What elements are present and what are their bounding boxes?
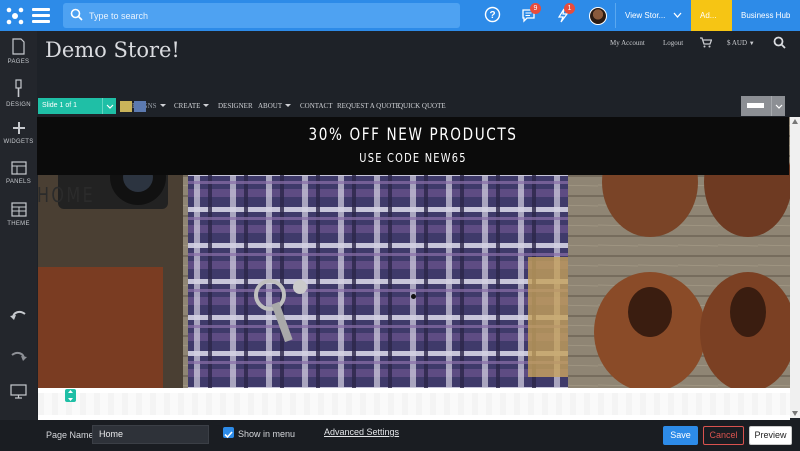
show-in-menu-label[interactable]: Show in menu [238, 429, 295, 439]
page-settings-bar: Page Name Home Show in menu Advanced Set… [0, 420, 800, 451]
logout-link[interactable]: Logout [663, 39, 683, 47]
currency-label: $ AUD [727, 39, 748, 47]
app-logo-icon[interactable] [5, 6, 25, 26]
search-input[interactable] [89, 6, 449, 25]
style-swatch [747, 103, 764, 108]
sidebar-item-widgets[interactable]: WIDGETS [0, 121, 37, 145]
sidebar-item-label: DESIGN [6, 102, 31, 108]
search-box[interactable] [63, 3, 460, 28]
slide-thumbnails-icon[interactable] [120, 100, 146, 113]
sidebar-item-label: PANELS [5, 179, 32, 185]
sidebar-item-pages[interactable]: PAGES [0, 38, 37, 65]
editor-sidebar: PAGES DESIGN WIDGETS PANELS THEME [0, 31, 37, 420]
plus-icon [12, 122, 25, 134]
divider [615, 3, 616, 28]
panels-icon [10, 161, 27, 175]
page-icon [12, 38, 25, 55]
promo-code-text: USE CODE NEW65 [359, 151, 467, 165]
ad-button[interactable]: Ad... [691, 0, 732, 31]
nav-item-label: CREATE [174, 102, 201, 110]
slide-selector[interactable]: Slide 1 of 1 [38, 98, 116, 114]
editor-canvas: Demo Store! My Account Logout $ AUD ▼ 30… [37, 31, 800, 420]
top-bar: ? 9 1 View Stor... Ad... Business Hub [0, 0, 800, 31]
nav-item-create[interactable]: CREATE [174, 102, 210, 110]
slide-label: Slide 1 of 1 [42, 102, 78, 109]
store-nav: DESIGNS CREATE DESIGNER ABOUT CONTACT RE… [37, 97, 800, 117]
view-store-button[interactable]: View Stor... [625, 11, 665, 20]
page-name-input[interactable]: Home [92, 425, 209, 444]
chevron-down-icon[interactable] [771, 96, 785, 116]
show-in-menu-checkbox[interactable] [223, 427, 234, 439]
redo-icon[interactable] [10, 349, 27, 362]
sidebar-item-panels[interactable]: PANELS [0, 161, 37, 185]
preview-button[interactable]: Preview [749, 426, 792, 445]
slide-indicator-dot[interactable] [411, 294, 416, 299]
hero-home-text: HOME [37, 183, 96, 207]
nav-item-contact[interactable]: CONTACT [300, 102, 333, 110]
sidebar-item-design[interactable]: DESIGN [0, 79, 37, 108]
sidebar-item-label: WIDGETS [3, 139, 34, 145]
section-style-selector[interactable] [741, 96, 785, 116]
resize-handle-icon[interactable] [65, 389, 76, 402]
store-title[interactable]: Demo Store! [45, 38, 180, 62]
section-background [38, 393, 790, 415]
currency-selector[interactable]: $ AUD ▼ [727, 39, 755, 47]
undo-icon[interactable] [10, 308, 27, 321]
nav-item-quick-quote[interactable]: QUICK QUOTE [398, 102, 446, 110]
store-search-icon[interactable] [773, 36, 786, 49]
notifications-badge: 1 [564, 3, 575, 14]
brush-icon [15, 79, 22, 97]
cancel-button[interactable]: Cancel [703, 426, 744, 445]
messages-badge: 9 [530, 3, 541, 14]
search-icon [70, 8, 83, 21]
nav-item-designer[interactable]: DESIGNER [218, 102, 253, 110]
chevron-down-icon[interactable] [102, 98, 116, 114]
desktop-icon[interactable] [10, 384, 27, 399]
canvas-scrollbar[interactable] [790, 117, 800, 418]
sidebar-item-label: PAGES [7, 59, 30, 65]
theme-icon [10, 202, 27, 217]
my-account-link[interactable]: My Account [610, 39, 645, 47]
nav-item-label: ABOUT [258, 102, 283, 110]
svg-text:?: ? [489, 10, 495, 21]
advanced-settings-link[interactable]: Advanced Settings [324, 427, 399, 437]
sidebar-item-label: THEME [7, 221, 30, 227]
menu-icon[interactable] [32, 8, 50, 23]
cart-icon[interactable] [700, 37, 712, 48]
nav-item-about[interactable]: ABOUT [258, 102, 292, 110]
next-section[interactable] [38, 388, 790, 420]
sidebar-item-theme[interactable]: THEME [0, 202, 37, 227]
nav-item-request-quote[interactable]: REQUEST A QUOTE [337, 102, 400, 110]
chevron-down-icon[interactable] [673, 12, 682, 18]
help-icon[interactable]: ? [484, 6, 501, 23]
page-name-label: Page Name [46, 430, 94, 440]
business-hub-button[interactable]: Business Hub [732, 0, 800, 31]
promo-banner[interactable]: 30% OFF NEW PRODUCTS USE CODE NEW65 [37, 117, 789, 175]
promo-headline: 30% OFF NEW PRODUCTS [308, 125, 518, 145]
avatar[interactable] [589, 7, 607, 25]
save-button[interactable]: Save [663, 426, 698, 445]
